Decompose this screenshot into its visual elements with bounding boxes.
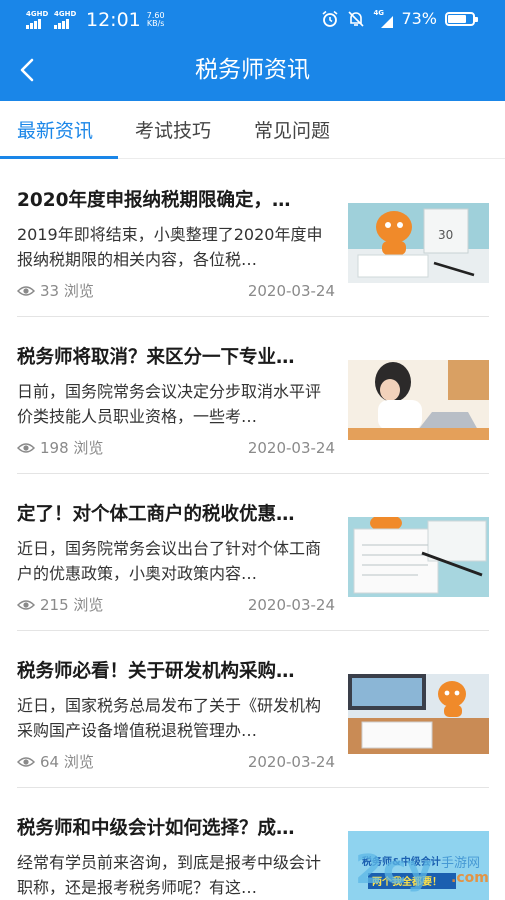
article-meta: 64 浏览 2020-03-24 xyxy=(17,751,335,773)
eye-icon xyxy=(17,286,35,296)
watermark-logo: 2cy xyxy=(355,847,433,893)
article-summary: 经常有学员前来咨询，到底是报考中级会计职称，还是报考税务师呢？有这… xyxy=(17,853,322,897)
view-count: 198 浏览 xyxy=(40,439,104,457)
tab-bar: 最新资讯 考试技巧 常见问题 xyxy=(0,101,505,159)
article-item[interactable]: 税务师将取消？来区分一下专业… 日前，国务院常务会议决定分步取消水平评价类技能人… xyxy=(17,317,489,474)
view-count: 64 浏览 xyxy=(40,753,94,771)
publish-date: 2020-03-24 xyxy=(247,596,335,614)
article-thumbnail xyxy=(348,674,489,754)
signal-icon: 4GHD xyxy=(26,11,50,29)
eye-icon xyxy=(17,600,35,610)
article-summary: 日前，国务院常务会议决定分步取消水平评价类技能人员职业资格，一些考… xyxy=(17,382,322,426)
publish-date: 2020-03-24 xyxy=(247,282,335,300)
eye-icon xyxy=(17,757,35,767)
article-item[interactable]: 税务师必看！关于研发机构采购… 近日，国家税务总局发布了关于《研发机构采购国产设… xyxy=(17,631,489,788)
publish-date: 2020-03-24 xyxy=(247,753,335,771)
article-thumbnail xyxy=(348,517,489,597)
app-header: 4GHD 4GHD 12:01 7.60 KB/s 4G 73% 税务师资讯 xyxy=(0,0,505,101)
tab-faq[interactable]: 常见问题 xyxy=(254,118,330,144)
view-count: 215 浏览 xyxy=(40,596,104,614)
article-meta: 198 浏览 2020-03-24 xyxy=(17,437,335,459)
article-meta: 33 浏览 2020-03-24 xyxy=(17,280,335,302)
article-summary: 近日，国家税务总局发布了关于《研发机构采购国产设备增值税退税管理办… xyxy=(17,696,322,740)
watermark-domain: .com xyxy=(451,870,489,886)
article-summary: 近日，国务院常务会议出台了针对个体工商户的优惠政策，小奥对政策内容… xyxy=(17,539,322,583)
svg-text:30: 30 xyxy=(438,228,453,242)
article-title: 定了！对个体工商户的税收优惠… xyxy=(17,504,295,525)
article-title: 税务师将取消？来区分一下专业… xyxy=(17,347,295,368)
article-item[interactable]: 定了！对个体工商户的税收优惠… 近日，国务院常务会议出台了针对个体工商户的优惠政… xyxy=(17,474,489,631)
battery-fill xyxy=(448,14,466,23)
mute-bell-icon xyxy=(348,10,365,27)
clock: 12:01 xyxy=(86,9,141,31)
tab-exam-tips[interactable]: 考试技巧 xyxy=(135,118,211,144)
status-bar: 4GHD 4GHD 12:01 7.60 KB/s 4G 73% xyxy=(0,0,505,40)
watermark: 2cy 手游网 .com xyxy=(355,846,505,900)
article-title: 税务师必看！关于研发机构采购… xyxy=(17,661,295,682)
view-count: 33 浏览 xyxy=(40,282,94,300)
network-label: 4GHD xyxy=(54,10,77,18)
alarm-icon xyxy=(322,10,338,27)
watermark-text: 手游网 xyxy=(441,856,481,871)
signal-icon: 4GHD xyxy=(54,11,78,29)
publish-date: 2020-03-24 xyxy=(247,439,335,457)
tab-latest-news[interactable]: 最新资讯 xyxy=(17,118,93,144)
speed-unit: KB/s xyxy=(146,19,165,28)
article-item[interactable]: 2020年度申报纳税期限确定，… 2019年即将结束，小奥整理了2020年度申报… xyxy=(17,160,489,317)
article-title: 2020年度申报纳税期限确定，… xyxy=(17,190,291,211)
nav-bar: 税务师资讯 xyxy=(0,40,505,101)
page-title: 税务师资讯 xyxy=(195,57,310,83)
article-thumbnail xyxy=(348,360,489,440)
battery-percent: 73% xyxy=(401,9,437,28)
battery-icon xyxy=(445,11,478,26)
status-right: 4G 73% xyxy=(321,9,478,28)
network-speed: 7.60 KB/s xyxy=(147,12,165,28)
article-meta: 215 浏览 2020-03-24 xyxy=(17,594,335,616)
article-thumbnail: 30 xyxy=(348,203,489,283)
article-summary: 2019年即将结束，小奥整理了2020年度申报纳税期限的相关内容，各位税… xyxy=(17,225,323,269)
network-label: 4GHD xyxy=(26,10,49,18)
article-title: 税务师和中级会计如何选择？成… xyxy=(17,818,295,839)
signal-icon: 4G xyxy=(373,9,394,28)
eye-icon xyxy=(17,443,35,453)
status-left: 4GHD 4GHD 12:01 7.60 KB/s xyxy=(26,9,165,31)
active-tab-indicator xyxy=(0,156,118,159)
